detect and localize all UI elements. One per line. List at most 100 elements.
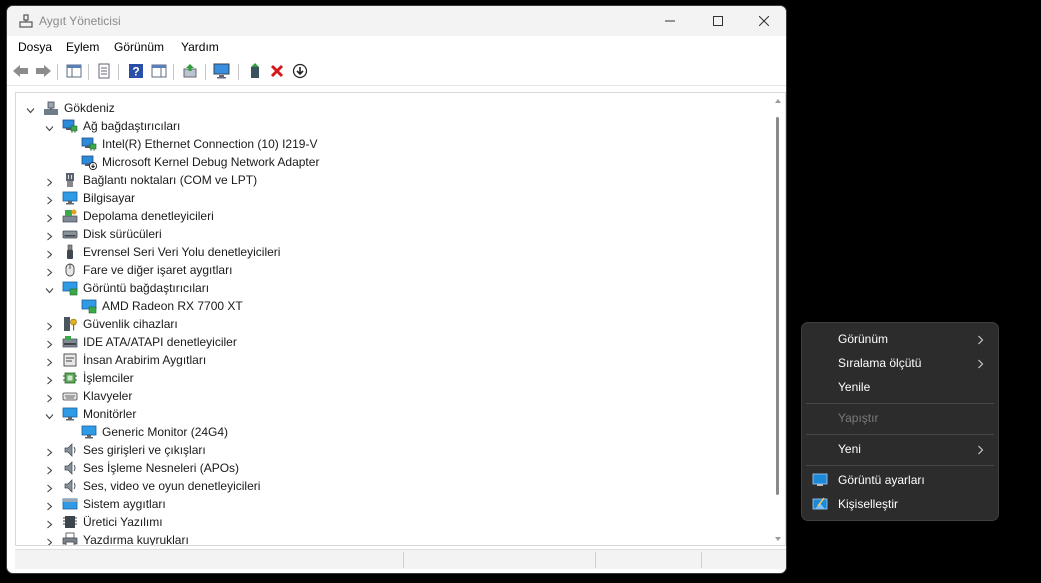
title-bar[interactable]: Aygıt Yöneticisi <box>7 6 786 36</box>
tree-item-label: AMD Radeon RX 7700 XT <box>102 299 243 313</box>
chevron-down-icon[interactable] <box>45 284 54 294</box>
scan-hardware-changes-icon <box>213 63 231 82</box>
chevron-right-icon[interactable] <box>45 266 54 277</box>
menu-separator <box>806 403 994 404</box>
hid-icon <box>62 352 78 368</box>
tree-category[interactable]: Klavyeler <box>16 387 766 405</box>
chevron-right-icon[interactable] <box>45 374 54 385</box>
minimize-button[interactable] <box>647 6 693 36</box>
context-item-gorunum[interactable]: Görünüm <box>806 327 994 351</box>
tree-item-label: Fare ve diğer işaret aygıtları <box>83 263 233 277</box>
context-item-yenile[interactable]: Yenile <box>806 375 994 399</box>
tree-root[interactable]: Gökdeniz <box>16 99 766 117</box>
scrollbar-thumb[interactable] <box>776 117 779 495</box>
tree-category[interactable]: Ağ bağdaştırıcıları <box>16 117 766 135</box>
tree-item-label: Evrensel Seri Veri Yolu denetleyicileri <box>83 245 281 259</box>
chevron-right-icon[interactable] <box>45 248 54 259</box>
speaker-icon <box>62 460 78 476</box>
tree-category[interactable]: İşlemciler <box>16 369 766 387</box>
tree-category[interactable]: Yazdırma kuyrukları <box>16 531 766 546</box>
menu-eylem[interactable]: Eylem <box>66 40 99 54</box>
ide-controller-icon <box>62 334 78 350</box>
tree-category[interactable]: Sistem aygıtları <box>16 495 766 513</box>
context-item-siralama-olcutu[interactable]: Sıralama ölçütü <box>806 351 994 375</box>
tree-category[interactable]: Görüntü bağdaştırıcıları <box>16 279 766 297</box>
chevron-down-icon[interactable] <box>45 410 54 420</box>
uninstall-device-button[interactable] <box>268 63 286 81</box>
tree-item-label: Yazdırma kuyrukları <box>83 533 189 546</box>
properties-button[interactable] <box>95 63 113 81</box>
chevron-right-icon[interactable] <box>45 536 54 545</box>
context-item-kisisellestir[interactable]: Kişiselleştir <box>806 492 994 516</box>
chevron-right-icon <box>977 334 984 345</box>
tree-category[interactable]: Üretici Yazılımı <box>16 513 766 531</box>
tree-category[interactable]: Güvenlik cihazları <box>16 315 766 333</box>
chevron-right-icon <box>977 358 984 369</box>
tree-category[interactable]: Bağlantı noktaları (COM ve LPT) <box>16 171 766 189</box>
tree-category[interactable]: Ses İşleme Nesneleri (APOs) <box>16 459 766 477</box>
menu-yardim[interactable]: Yardım <box>181 40 219 54</box>
tree-category[interactable]: Bilgisayar <box>16 189 766 207</box>
chevron-right-icon[interactable] <box>45 392 54 403</box>
minimize-icon <box>665 16 675 26</box>
device-manager-window: Aygıt Yöneticisi Dosya Eylem Görünüm Yar… <box>6 5 787 574</box>
display-settings-icon <box>812 472 828 488</box>
tree-category[interactable]: Fare ve diğer işaret aygıtları <box>16 261 766 279</box>
console-tree-button[interactable] <box>65 63 83 81</box>
tree-item-label: Ses girişleri ve çıkışları <box>83 443 206 457</box>
back-button[interactable] <box>12 63 30 81</box>
chevron-right-icon[interactable] <box>45 338 54 349</box>
vertical-scrollbar[interactable] <box>772 97 784 543</box>
action-pane-button[interactable] <box>150 63 168 81</box>
tree-device[interactable]: Intel(R) Ethernet Connection (10) I219-V <box>16 135 766 153</box>
context-item-label: Kişiselleştir <box>838 497 899 511</box>
tree-category[interactable]: Ses, video ve oyun denetleyicileri <box>16 477 766 495</box>
chevron-right-icon[interactable] <box>45 356 54 367</box>
chevron-right-icon[interactable] <box>45 230 54 241</box>
maximize-icon <box>713 16 723 26</box>
context-item-goruntu-ayarlari[interactable]: Görüntü ayarları <box>806 468 994 492</box>
tree-device[interactable]: Generic Monitor (24G4) <box>16 423 766 441</box>
usb-icon <box>62 244 78 260</box>
chevron-right-icon[interactable] <box>45 194 54 205</box>
tree-category[interactable]: Ses girişleri ve çıkışları <box>16 441 766 459</box>
window-title: Aygıt Yöneticisi <box>39 14 121 28</box>
tree-category[interactable]: Disk sürücüleri <box>16 225 766 243</box>
chevron-down-icon[interactable] <box>26 104 35 114</box>
back-arrow-icon <box>12 63 30 82</box>
chevron-right-icon[interactable] <box>45 212 54 223</box>
chevron-right-icon[interactable] <box>45 464 54 475</box>
tree-device[interactable]: AMD Radeon RX 7700 XT <box>16 297 766 315</box>
chevron-right-icon[interactable] <box>45 176 54 187</box>
maximize-button[interactable] <box>695 6 741 36</box>
disable-device-button[interactable] <box>291 63 309 81</box>
device-tree[interactable]: Gökdeniz Ağ bağdaştırıcıları Intel(R) Ethe… <box>15 92 786 546</box>
tree-category[interactable]: Monitörler <box>16 405 766 423</box>
scroll-up-arrow-icon[interactable] <box>775 99 781 103</box>
scan-hardware-button[interactable] <box>213 63 231 81</box>
tree-item-label: Depolama denetleyicileri <box>83 209 214 223</box>
chevron-right-icon[interactable] <box>45 482 54 493</box>
tree-category[interactable]: Depolama denetleyicileri <box>16 207 766 225</box>
scroll-down-arrow-icon[interactable] <box>775 537 781 541</box>
menu-gorunum[interactable]: Görünüm <box>114 40 164 54</box>
menu-dosya[interactable]: Dosya <box>18 40 52 54</box>
context-item-yeni[interactable]: Yeni <box>806 437 994 461</box>
forward-button[interactable] <box>34 63 52 81</box>
desktop-context-menu: Görünüm Sıralama ölçütü Yenile Yapıştır Yeni… <box>801 322 999 521</box>
chevron-down-icon[interactable] <box>45 122 54 132</box>
close-button[interactable] <box>741 6 786 36</box>
tree-item-label: Ses, video ve oyun denetleyicileri <box>83 479 261 493</box>
help-button[interactable]: ? <box>127 63 145 81</box>
enable-device-button[interactable] <box>246 62 264 81</box>
tree-category[interactable]: IDE ATA/ATAPI denetleyiciler <box>16 333 766 351</box>
tree-category[interactable]: Evrensel Seri Veri Yolu denetleyicileri <box>16 243 766 261</box>
tree-device[interactable]: Microsoft Kernel Debug Network Adapter <box>16 153 766 171</box>
update-driver-button[interactable] <box>181 63 199 81</box>
chevron-right-icon[interactable] <box>45 446 54 457</box>
tree-category[interactable]: İnsan Arabirim Aygıtları <box>16 351 766 369</box>
chevron-right-icon[interactable] <box>45 320 54 331</box>
chevron-right-icon[interactable] <box>45 518 54 529</box>
device-manager-icon <box>18 13 34 29</box>
chevron-right-icon[interactable] <box>45 500 54 511</box>
